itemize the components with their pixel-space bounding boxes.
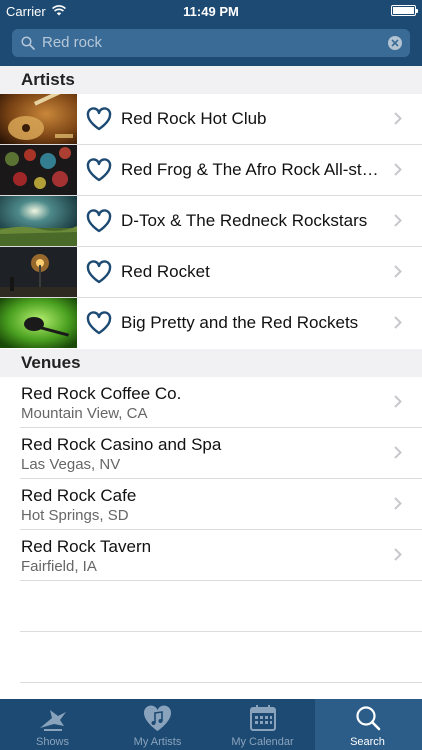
search-icon bbox=[356, 706, 381, 731]
venue-location: Hot Springs, SD bbox=[21, 507, 129, 524]
chevron-right-icon bbox=[394, 316, 402, 329]
shows-icon bbox=[40, 710, 66, 731]
venues-list: Red Rock Coffee Co. Mountain View, CA Re… bbox=[0, 377, 422, 683]
search-icon bbox=[21, 36, 35, 50]
battery-icon bbox=[391, 5, 418, 16]
search-field[interactable]: Red rock bbox=[12, 29, 410, 57]
chevron-right-icon bbox=[394, 548, 402, 561]
artist-name: Big Pretty and the Red Rockets bbox=[121, 313, 359, 332]
artist-thumbnail bbox=[0, 196, 77, 246]
venue-row[interactable]: Red Rock Tavern Fairfield, IA bbox=[20, 530, 422, 581]
close-icon bbox=[391, 39, 399, 47]
artist-name: Red Frog & The Afro Rock All-stars bbox=[121, 160, 383, 179]
artist-row[interactable]: D-Tox & The Redneck Rockstars bbox=[0, 196, 422, 247]
tab-shows[interactable]: Shows bbox=[0, 699, 105, 750]
tab-label: My Artists bbox=[133, 736, 182, 748]
artist-name: D-Tox & The Redneck Rockstars bbox=[121, 211, 368, 230]
chevron-right-icon bbox=[394, 112, 402, 125]
venue-name: Red Rock Casino and Spa bbox=[21, 435, 222, 454]
search-input[interactable]: Red rock bbox=[42, 34, 102, 51]
venue-location: Fairfield, IA bbox=[21, 558, 97, 575]
venue-row[interactable]: Red Rock Cafe Hot Springs, SD bbox=[20, 479, 422, 530]
heart-icon[interactable] bbox=[86, 311, 112, 335]
search-results[interactable]: Artists Red Rock Hot Club Red Frog & The… bbox=[0, 66, 422, 699]
artist-name: Red Rock Hot Club bbox=[121, 109, 267, 128]
artist-thumbnail bbox=[0, 94, 77, 144]
calendar-icon bbox=[250, 705, 276, 731]
artists-list: Red Rock Hot Club Red Frog & The Afro Ro… bbox=[0, 94, 422, 349]
clear-search-button[interactable] bbox=[388, 36, 402, 50]
heart-icon[interactable] bbox=[86, 209, 112, 233]
empty-row bbox=[20, 632, 422, 683]
artist-row[interactable]: Red Rocket bbox=[0, 247, 422, 298]
venue-row[interactable]: Red Rock Coffee Co. Mountain View, CA bbox=[20, 377, 422, 428]
artist-name: Red Rocket bbox=[121, 262, 210, 281]
status-bar: Carrier 11:49 PM bbox=[0, 0, 422, 22]
tab-label: Shows bbox=[35, 736, 70, 748]
chevron-right-icon bbox=[394, 395, 402, 408]
heart-music-icon bbox=[143, 705, 172, 731]
chevron-right-icon bbox=[394, 214, 402, 227]
chevron-right-icon bbox=[394, 497, 402, 510]
artist-thumbnail bbox=[0, 145, 77, 195]
venue-location: Las Vegas, NV bbox=[21, 456, 121, 473]
nav-header: Carrier 11:49 PM Red rock bbox=[0, 0, 422, 66]
tab-search[interactable]: Search bbox=[315, 699, 422, 750]
venue-name: Red Rock Coffee Co. bbox=[21, 384, 182, 403]
venue-row[interactable]: Red Rock Casino and Spa Las Vegas, NV bbox=[20, 428, 422, 479]
tab-my-calendar[interactable]: My Calendar bbox=[210, 699, 315, 750]
artist-row[interactable]: Big Pretty and the Red Rockets bbox=[0, 298, 422, 349]
venue-location: Mountain View, CA bbox=[21, 405, 148, 422]
venue-name: Red Rock Cafe bbox=[21, 486, 137, 505]
chevron-right-icon bbox=[394, 265, 402, 278]
venue-name: Red Rock Tavern bbox=[21, 537, 152, 556]
heart-icon[interactable] bbox=[86, 158, 112, 182]
artist-thumbnail bbox=[0, 247, 77, 297]
heart-icon[interactable] bbox=[86, 107, 112, 131]
tab-my-artists[interactable]: My Artists bbox=[105, 699, 210, 750]
chevron-right-icon bbox=[394, 446, 402, 459]
tab-bar: Shows My Artists My Calendar Search bbox=[0, 699, 422, 750]
section-header-artists: Artists bbox=[0, 66, 422, 94]
tab-label: Search bbox=[350, 736, 385, 748]
empty-row bbox=[20, 581, 422, 632]
artist-row[interactable]: Red Frog & The Afro Rock All-stars bbox=[0, 145, 422, 196]
artist-thumbnail bbox=[0, 298, 77, 348]
status-time: 11:49 PM bbox=[183, 4, 239, 19]
section-header-venues: Venues bbox=[0, 349, 422, 377]
artist-row[interactable]: Red Rock Hot Club bbox=[0, 94, 422, 145]
tab-label: My Calendar bbox=[231, 736, 294, 748]
chevron-right-icon bbox=[394, 163, 402, 176]
heart-icon[interactable] bbox=[86, 260, 112, 284]
